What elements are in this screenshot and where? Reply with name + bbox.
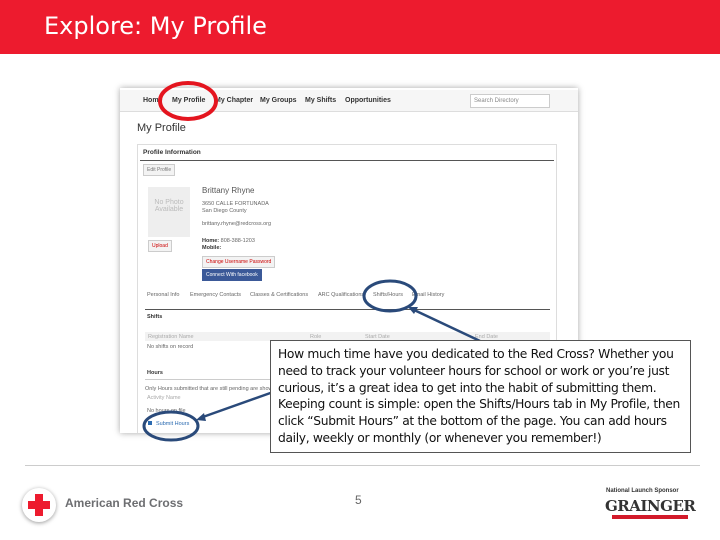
sponsor-label: National Launch Sponsor — [606, 488, 679, 494]
highlight-circle-shifts-hours — [362, 279, 418, 313]
page-number: 5 — [355, 493, 362, 507]
callout-box: How much time have you dedicated to the … — [270, 340, 691, 453]
annotation-layer — [142, 81, 481, 442]
arrow-to-submit-hours — [199, 389, 277, 420]
sponsor-logo: GRAINGER — [605, 497, 696, 515]
sponsor-logo-bar — [612, 515, 688, 519]
arrow-to-shifts-tab — [411, 307, 481, 343]
red-cross-logo-icon — [22, 488, 56, 522]
footer-divider — [25, 465, 700, 466]
highlight-circle-submit-hours — [142, 410, 200, 442]
highlight-circle-my-profile — [158, 81, 218, 121]
org-name: American Red Cross — [65, 496, 184, 510]
arrowhead-icon — [196, 413, 206, 421]
